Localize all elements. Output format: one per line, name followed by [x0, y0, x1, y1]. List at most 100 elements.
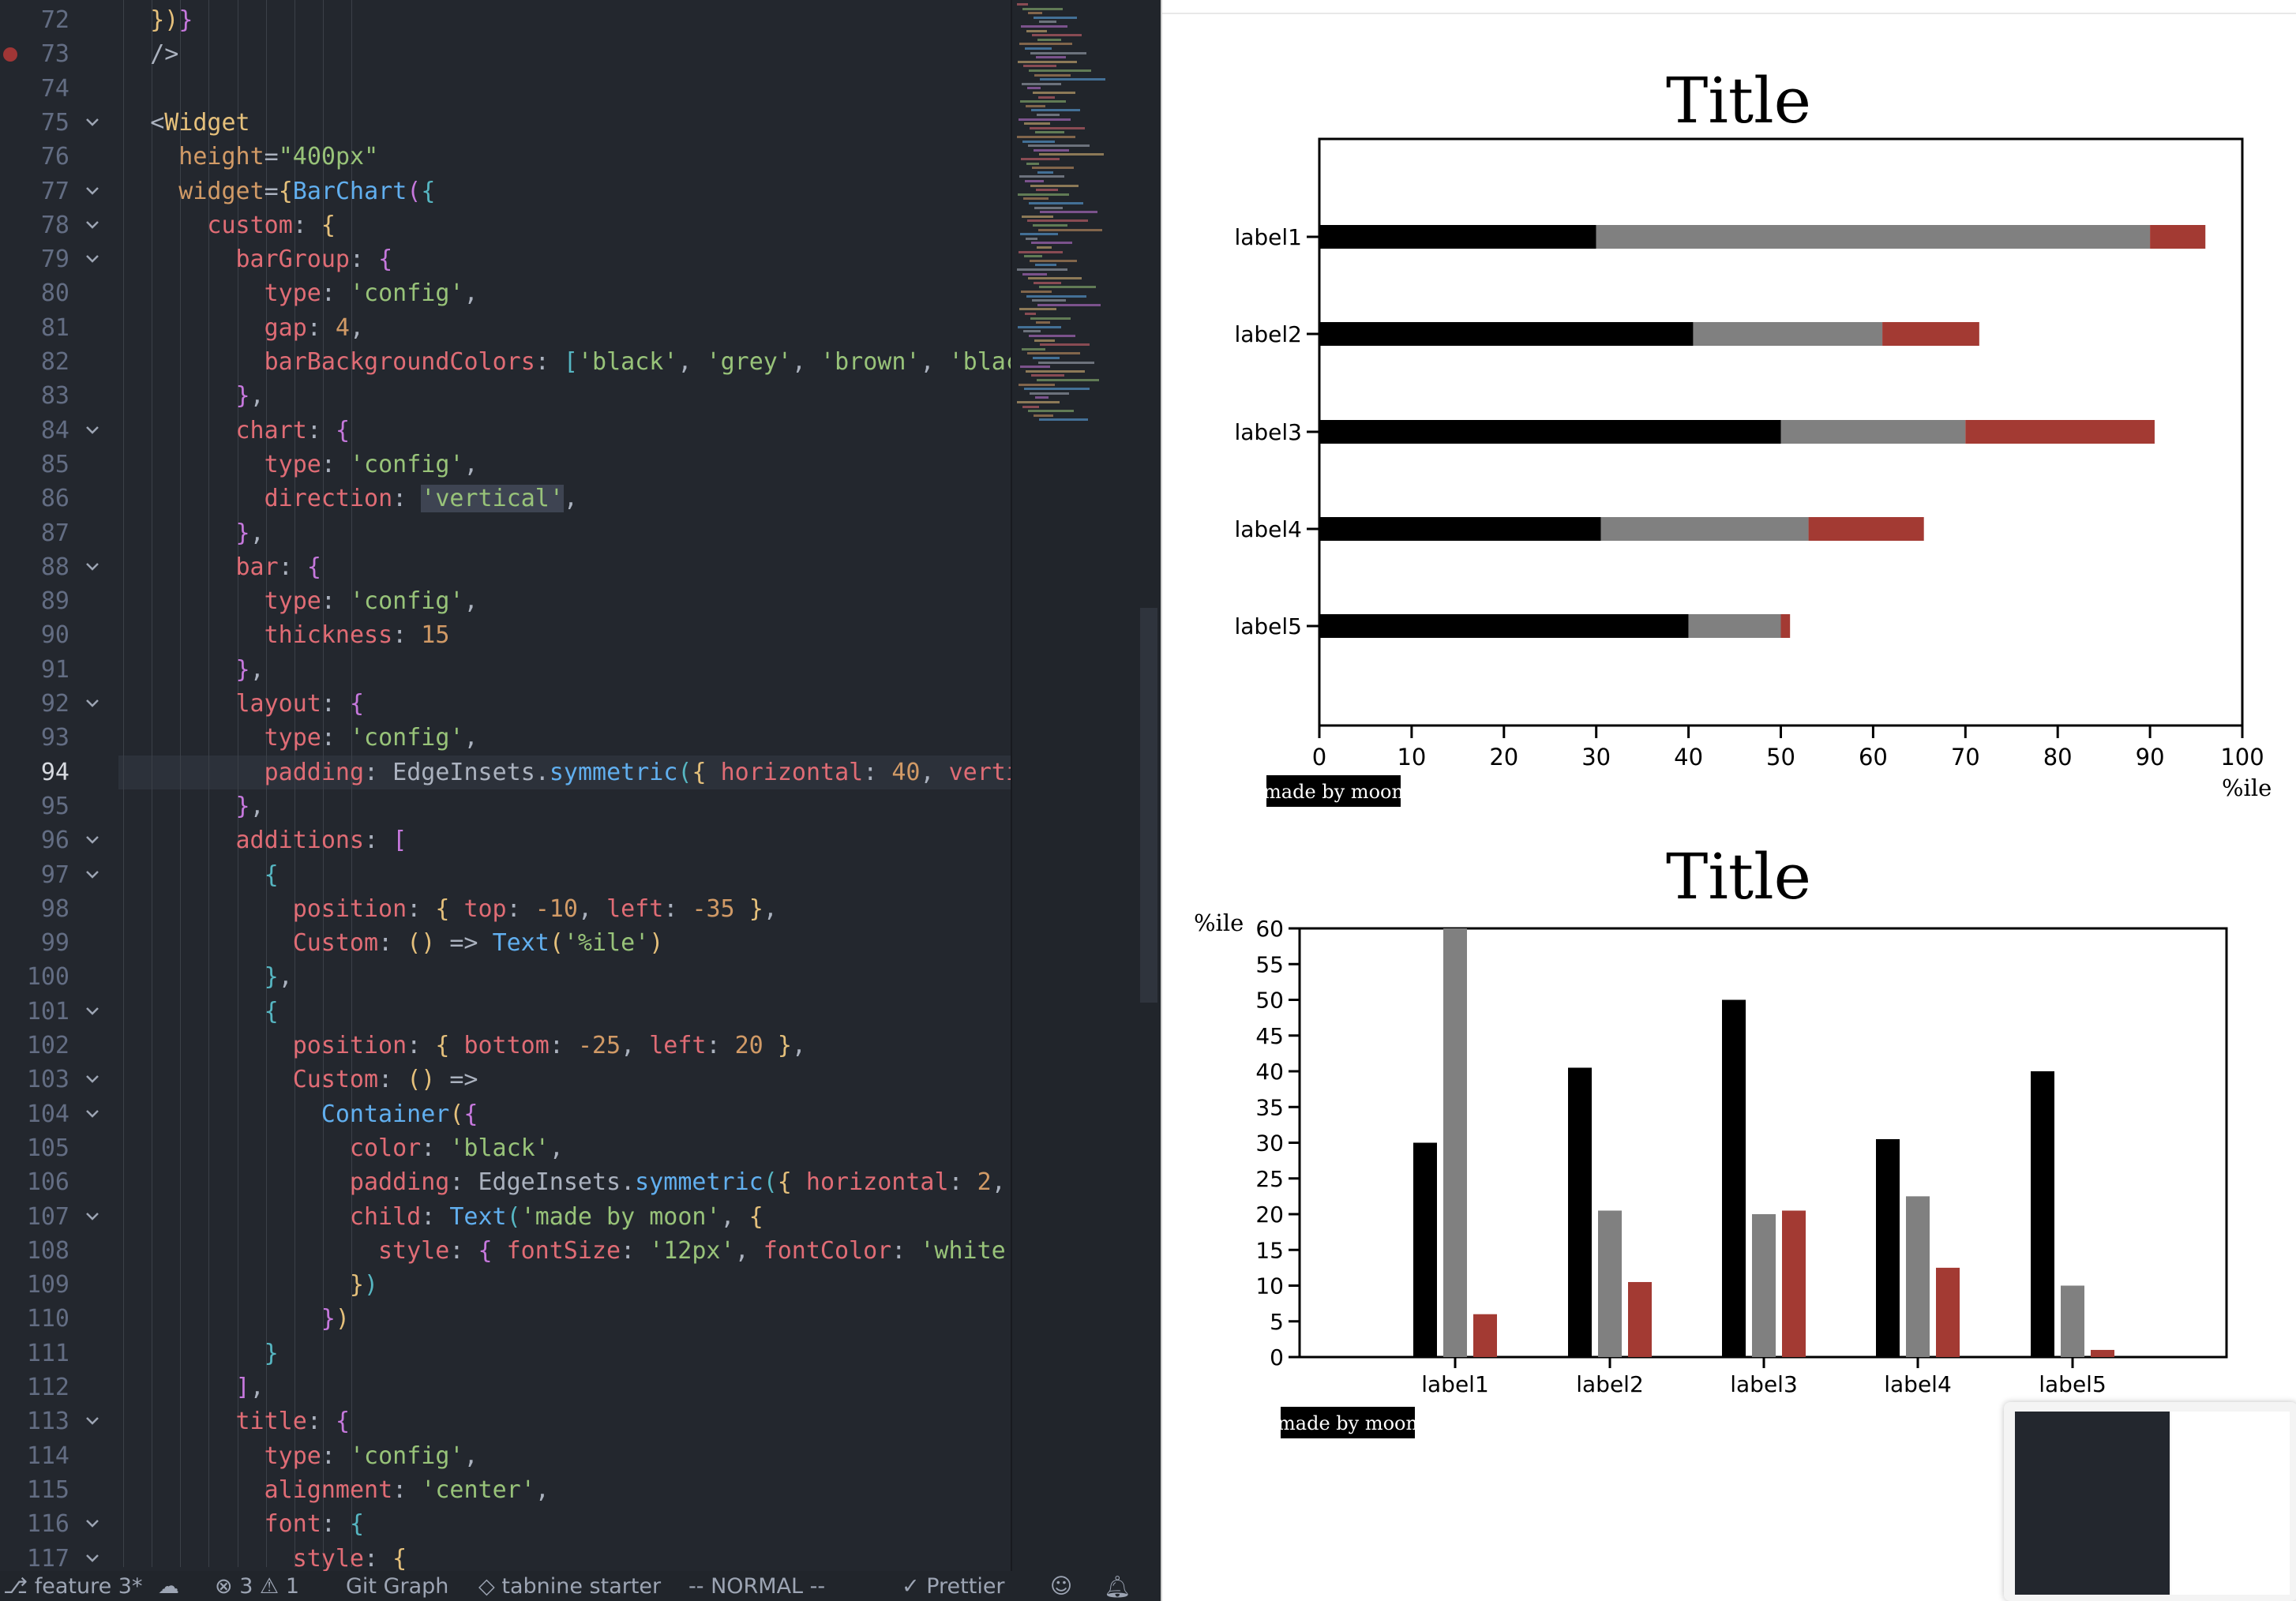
fold-chevron-icon[interactable]	[85, 868, 99, 882]
code-line[interactable]: Container({	[321, 1097, 478, 1131]
chart2-ytick-label: 15	[1255, 1237, 1284, 1263]
line-number-gutter: 72 73 74 75 76 77 78 79 80 81 82 83 84 85 86 87 88 89 90 91…	[0, 0, 111, 1573]
code-line[interactable]: Custom: () => Text('%ile')	[293, 926, 664, 960]
code-line[interactable]: alignment: 'center',	[264, 1473, 550, 1507]
minimap-line	[1020, 100, 1066, 103]
code-line[interactable]: type: 'config',	[264, 584, 478, 618]
fold-chevron-icon[interactable]	[85, 1004, 99, 1018]
problems-status[interactable]: ⊗ 3 ⚠ 1	[215, 1574, 299, 1599]
code-line[interactable]: color: 'black',	[350, 1131, 564, 1165]
fold-chevron-icon[interactable]	[85, 1072, 99, 1086]
code-line[interactable]: chart: {	[236, 414, 351, 448]
code-line[interactable]: custom: {	[207, 208, 336, 242]
chart2-title: Title	[1666, 845, 1811, 913]
minimap[interactable]	[1011, 0, 1139, 1571]
fold-chevron-icon[interactable]	[85, 252, 99, 266]
minimap-line	[1036, 189, 1058, 192]
code-line[interactable]: {	[264, 858, 279, 892]
code-line[interactable]: style: {	[293, 1542, 407, 1572]
code-line[interactable]: padding: EdgeInsets.symmetric({ horizont…	[350, 1165, 1011, 1199]
code-editor[interactable]: 72 73 74 75 76 77 78 79 80 81 82 83 84 85 86 87 88 89 90 91…	[0, 0, 1161, 1601]
fold-chevron-icon[interactable]	[85, 184, 99, 198]
branch-status[interactable]: ⎇ feature 3*	[3, 1574, 142, 1599]
code-line[interactable]: }	[264, 1337, 279, 1370]
notifications-bell-icon[interactable]: 🔔︎	[1104, 1574, 1131, 1599]
code-line[interactable]: })	[321, 1302, 350, 1336]
fold-chevron-icon[interactable]	[85, 218, 99, 232]
code-token: padding	[349, 1168, 450, 1197]
code-line[interactable]: layout: {	[236, 687, 365, 721]
fold-chevron-icon[interactable]	[85, 115, 99, 129]
code-token: BarChart	[292, 177, 407, 205]
prettier-status[interactable]: ✓ Prettier	[902, 1574, 1005, 1599]
fold-chevron-icon[interactable]	[85, 696, 99, 711]
code-line[interactable]: {	[264, 995, 279, 1029]
code-line[interactable]: barGroup: {	[236, 242, 393, 276]
git-branch-icon: ⎇	[3, 1574, 28, 1599]
fold-chevron-icon[interactable]	[85, 1551, 99, 1565]
minimap-line	[1026, 104, 1045, 107]
code-line[interactable]: child: Text('made by moon', {	[350, 1200, 763, 1234]
code-token: ,	[577, 894, 607, 923]
code-line[interactable]: ],	[236, 1370, 264, 1404]
git-graph-button[interactable]: Git Graph	[346, 1574, 448, 1599]
code-token: :	[407, 1032, 436, 1059]
code-line[interactable]: barBackgroundColors: ['black', 'grey', '…	[264, 345, 1011, 379]
screenshot-thumbnail[interactable]	[2004, 1402, 2296, 1601]
code-line[interactable]: widget={BarChart({	[178, 174, 435, 208]
code-line[interactable]: })}	[150, 3, 193, 37]
code-line[interactable]: gap: 4,	[264, 311, 364, 345]
code-line[interactable]: style: { fontSize: '12px', fontColor: 'w…	[378, 1234, 1011, 1268]
fold-chevron-icon[interactable]	[85, 423, 99, 437]
code-token: :	[863, 758, 892, 786]
editor-scrollbar[interactable]	[1137, 0, 1161, 1571]
code-line[interactable]: height="400px"	[178, 140, 378, 174]
minimap-line	[1018, 193, 1069, 196]
code-token: (	[506, 1202, 521, 1231]
minimap-line	[1029, 335, 1075, 337]
line-number: 78	[40, 211, 69, 239]
fold-chevron-icon[interactable]	[85, 1517, 99, 1531]
code-line[interactable]: },	[236, 653, 264, 687]
code-line[interactable]: },	[236, 379, 264, 413]
code-line[interactable]: },	[264, 960, 293, 994]
code-line[interactable]: />	[150, 37, 178, 71]
code-line[interactable]: font: {	[264, 1507, 364, 1541]
code-token: -25	[577, 1032, 621, 1059]
sync-icon[interactable]: ☁	[158, 1574, 179, 1599]
error-icon: ⊗	[215, 1574, 233, 1599]
code-line[interactable]: type: 'config',	[264, 448, 478, 482]
scrollbar-thumb[interactable]	[1140, 608, 1157, 1003]
code-line[interactable]: type: 'config',	[264, 276, 478, 310]
code-line[interactable]: <Widget	[150, 106, 249, 140]
code-line[interactable]: additions: [	[236, 823, 407, 857]
code-line[interactable]: type: 'config',	[264, 1439, 478, 1473]
fold-chevron-icon[interactable]	[85, 1209, 99, 1224]
chart2-ytick-label: 55	[1255, 951, 1284, 977]
code-line[interactable]: title: {	[236, 1404, 351, 1438]
code-line[interactable]: padding: EdgeInsets.symmetric({ horizont…	[264, 756, 1011, 789]
feedback-icon[interactable]: ☺	[1050, 1574, 1072, 1599]
code-token: ,	[920, 348, 949, 376]
code-area[interactable]: })}/> <Widget height="400px" widget={BarCha…	[118, 0, 1011, 1571]
line-number: 100	[26, 963, 69, 992]
code-line[interactable]: })	[350, 1268, 378, 1302]
code-line[interactable]: position: { top: -10, left: -35 },	[293, 892, 778, 926]
fold-chevron-icon[interactable]	[85, 1414, 99, 1428]
line-number: 76	[40, 143, 69, 171]
fold-chevron-icon[interactable]	[85, 833, 99, 847]
code-line[interactable]: Custom: () =>	[293, 1063, 478, 1097]
code-line[interactable]: thickness: 15	[264, 618, 450, 652]
line-number: 114	[26, 1442, 69, 1470]
tabnine-status[interactable]: ◇ tabnine starter	[478, 1574, 661, 1599]
code-line[interactable]: type: 'config',	[264, 721, 478, 755]
code-line[interactable]: bar: {	[236, 550, 321, 584]
line-number: 91	[40, 655, 69, 684]
fold-chevron-icon[interactable]	[85, 1107, 99, 1121]
fold-chevron-icon[interactable]	[85, 560, 99, 574]
code-line[interactable]: },	[236, 789, 264, 823]
code-line[interactable]: direction: 'vertical',	[264, 482, 578, 516]
code-token: :	[350, 246, 379, 274]
code-line[interactable]: },	[236, 516, 264, 550]
code-line[interactable]: position: { bottom: -25, left: 20 },	[293, 1029, 806, 1063]
